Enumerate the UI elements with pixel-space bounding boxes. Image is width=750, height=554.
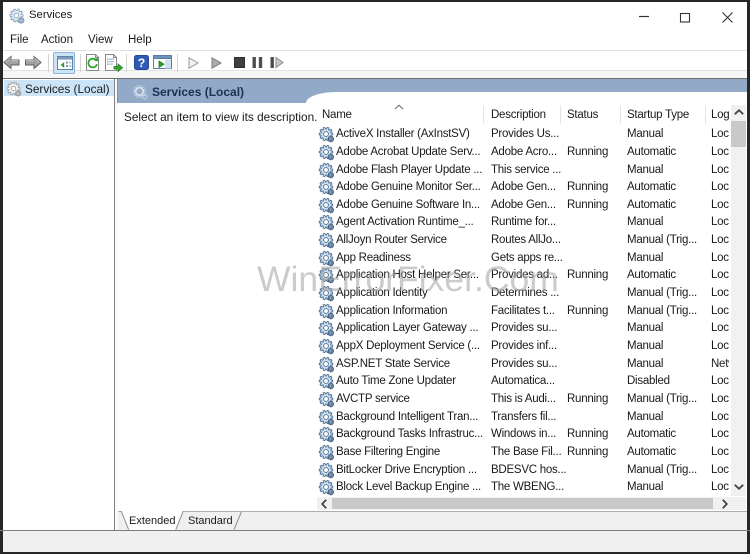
svg-text:?: ? [138,56,145,70]
